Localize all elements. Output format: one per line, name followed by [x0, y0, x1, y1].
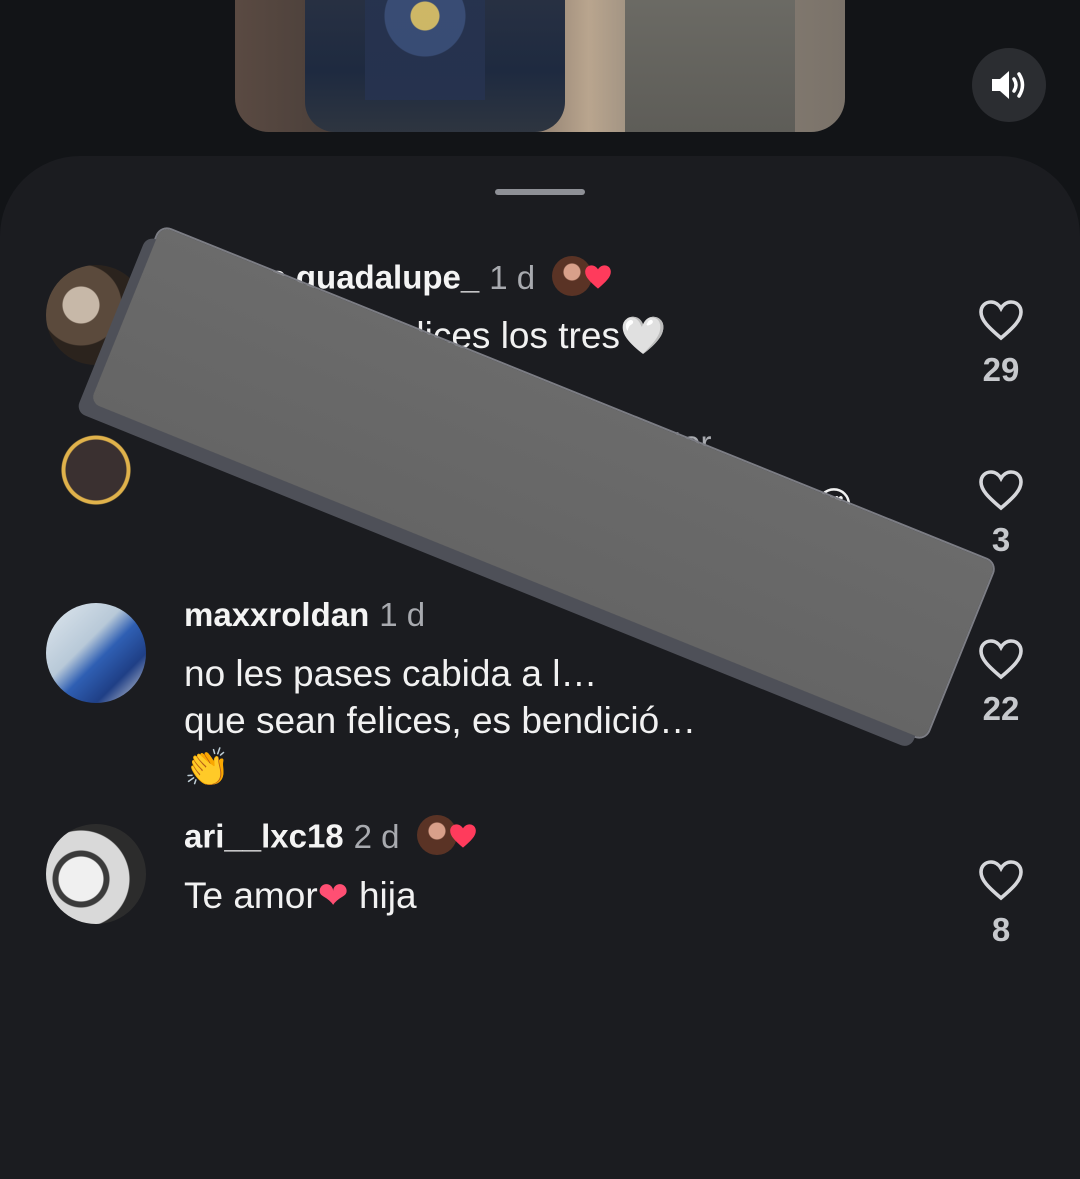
avatar[interactable] [46, 603, 146, 703]
like-count: 29 [982, 351, 1020, 388]
heart-emoji: ❤ [317, 875, 349, 916]
heart-outline-icon [979, 300, 1023, 341]
avatar[interactable] [46, 824, 146, 924]
like-button[interactable]: 22 [960, 637, 1042, 728]
video-thumbnail[interactable] [235, 0, 845, 132]
creator-liked-badge [552, 254, 614, 298]
video-figure-right [625, 0, 795, 132]
comment-time: 1 d [489, 258, 536, 296]
comment-text: Te amor❤ hija [184, 872, 417, 919]
username[interactable]: ari__lxc18 [184, 818, 344, 855]
comment-time: 2 d [353, 817, 400, 855]
heart-outline-icon [979, 639, 1023, 680]
comment-meta: maxxroldan 1 d [184, 596, 425, 634]
username[interactable]: maxxroldan [184, 596, 369, 633]
creator-liked-badge [416, 813, 479, 857]
like-button[interactable]: 29 [960, 298, 1042, 389]
video-figure-shirt [365, 0, 485, 100]
comment-text-line-1: no les pases cabida a l… [184, 653, 598, 694]
comment-text-part: hija [348, 875, 417, 916]
heart-icon [449, 824, 476, 848]
comment-text-line-2: que sean felices, es bendició… [184, 700, 697, 741]
comment-text-line-3: 👏 [184, 747, 231, 788]
speaker-icon [992, 71, 1025, 99]
comments-screen: …rena.guadalupe_1 d …ro q sean felices l… [0, 0, 1080, 1179]
avatar[interactable] [46, 420, 146, 520]
sound-toggle-button[interactable] [972, 48, 1046, 122]
comment-text-part: Te amor [184, 875, 318, 916]
comment-time: 1 d [379, 596, 426, 633]
like-button[interactable]: 3 [960, 468, 1042, 559]
comment-meta: ari__lxc18 2 d [184, 815, 479, 861]
like-count: 8 [991, 911, 1011, 948]
heart-outline-icon [979, 470, 1023, 511]
like-button[interactable]: 8 [960, 858, 1042, 949]
sheet-drag-handle[interactable] [495, 189, 585, 195]
heart-outline-icon [979, 860, 1023, 901]
like-count: 22 [982, 690, 1020, 727]
heart-icon [585, 265, 612, 289]
